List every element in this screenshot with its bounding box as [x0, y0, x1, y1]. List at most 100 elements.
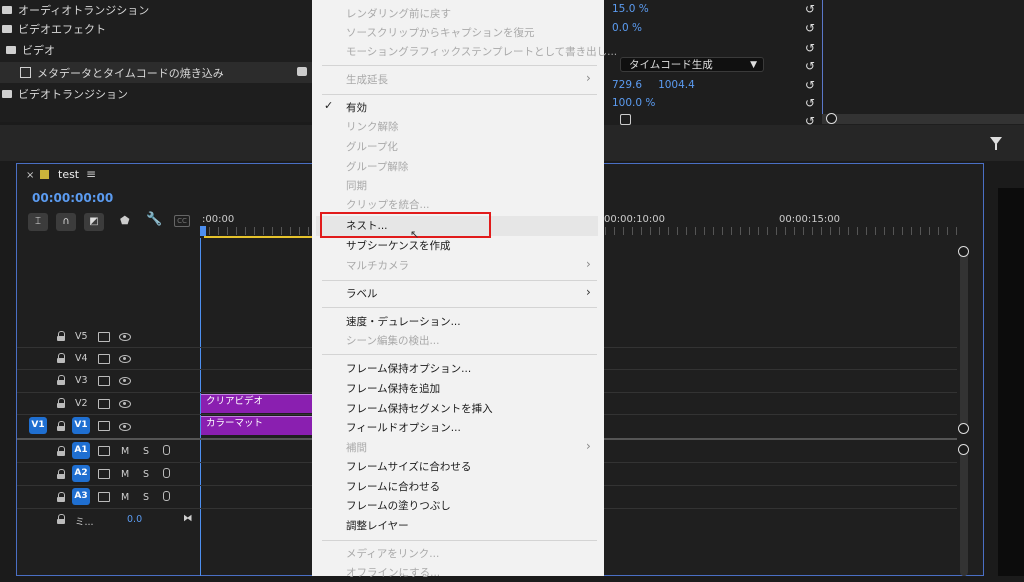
lock-icon[interactable]: [57, 446, 65, 456]
clip-color-matte[interactable]: カラーマット: [201, 416, 312, 435]
eye-icon[interactable]: [119, 400, 131, 408]
track-target-a3[interactable]: A3: [72, 488, 90, 505]
solo-button[interactable]: S: [143, 469, 149, 480]
video-scrollbar[interactable]: [960, 250, 968, 430]
menu-item-synchronize[interactable]: 同期: [346, 177, 367, 195]
track-target-v1[interactable]: V1: [72, 417, 90, 434]
menu-item-frame-fill[interactable]: フレームの塗りつぶし: [346, 497, 451, 515]
timecode-source-dropdown[interactable]: タイムコード生成 ▼: [620, 57, 764, 72]
wrench-icon[interactable]: 🔧: [146, 212, 162, 227]
clip-clear-video[interactable]: クリアビデオ: [201, 394, 312, 413]
lock-icon[interactable]: [57, 375, 65, 385]
menu-item-set-to-frame[interactable]: フレームに合わせる: [346, 478, 440, 496]
track-name-v4[interactable]: V4: [75, 353, 88, 364]
menu-item-generative-extend[interactable]: 生成延長: [346, 71, 388, 89]
eye-icon[interactable]: [119, 377, 131, 385]
menu-item-label[interactable]: ラベル: [346, 285, 378, 303]
lock-icon[interactable]: [57, 514, 65, 524]
source-patch-v1[interactable]: V1: [29, 417, 47, 434]
effects-item-video-folder[interactable]: ビデオ: [6, 40, 55, 60]
reset-icon[interactable]: ↺: [803, 79, 817, 91]
reset-icon[interactable]: ↺: [803, 3, 817, 15]
eye-icon[interactable]: [119, 355, 131, 363]
menu-item-export-mogrt[interactable]: モーショングラフィックステンプレートとして書き出し...: [346, 43, 617, 61]
menu-item-link-media[interactable]: メディアをリンク...: [346, 545, 439, 563]
mix-pan-icon[interactable]: ⧓: [183, 513, 193, 524]
checkbox-icon[interactable]: [620, 114, 631, 125]
lock-icon[interactable]: [57, 469, 65, 479]
sync-lock-icon[interactable]: [98, 376, 110, 386]
sync-lock-icon[interactable]: [98, 446, 110, 456]
sync-lock-icon[interactable]: [98, 492, 110, 502]
timecode-display[interactable]: 00:00:00:00: [32, 191, 113, 205]
reset-icon[interactable]: ↺: [803, 60, 817, 72]
ec-value[interactable]: 15.0 %: [612, 3, 649, 15]
lock-icon[interactable]: [57, 421, 65, 431]
menu-item-frame-hold-options[interactable]: フレーム保持オプション...: [346, 360, 471, 378]
insert-sequence-nest-toggle[interactable]: ⌶: [28, 213, 48, 231]
sequence-tab-label[interactable]: test: [58, 168, 79, 181]
marker-icon[interactable]: ⬟: [120, 214, 130, 227]
lock-icon[interactable]: [57, 331, 65, 341]
effects-item-video-transitions[interactable]: ビデオトランジション: [2, 84, 128, 104]
reset-icon[interactable]: ↺: [803, 97, 817, 109]
track-target-a1[interactable]: A1: [72, 442, 90, 459]
eye-icon[interactable]: [119, 333, 131, 341]
mute-button[interactable]: M: [121, 492, 129, 503]
lock-icon[interactable]: [57, 353, 65, 363]
menu-item-speed-duration[interactable]: 速度・デュレーション...: [346, 313, 461, 331]
menu-item-field-options[interactable]: フィールドオプション...: [346, 419, 461, 437]
track-name-v3[interactable]: V3: [75, 375, 88, 386]
reset-icon[interactable]: ↺: [803, 42, 817, 54]
menu-item-adjustment-layer[interactable]: 調整レイヤー: [346, 517, 409, 535]
microphone-icon[interactable]: [163, 468, 170, 478]
menu-item-enable[interactable]: 有効: [346, 99, 367, 117]
ec-value-x[interactable]: 729.6: [612, 79, 642, 91]
microphone-icon[interactable]: [163, 445, 170, 455]
captions-icon[interactable]: CC: [174, 215, 190, 227]
menu-item-insert-frame-hold[interactable]: フレーム保持セグメントを挿入: [346, 400, 493, 418]
sync-lock-icon[interactable]: [98, 469, 110, 479]
menu-item-interpolation[interactable]: 補間: [346, 439, 367, 457]
work-area-bar[interactable]: [204, 236, 312, 238]
mute-button[interactable]: M: [121, 446, 129, 457]
lock-icon[interactable]: [57, 492, 65, 502]
tab-menu-icon[interactable]: ≡: [86, 167, 96, 181]
video-scroll-handle-top[interactable]: [958, 246, 969, 257]
menu-item-restore-captions[interactable]: ソースクリップからキャプションを復元: [346, 24, 534, 42]
menu-item-ungroup[interactable]: グループ解除: [346, 158, 408, 176]
close-tab-icon[interactable]: ×: [26, 170, 34, 181]
video-scroll-handle-bottom[interactable]: [958, 423, 969, 434]
lock-icon[interactable]: [57, 398, 65, 408]
menu-item-revert-render[interactable]: レンダリング前に戻す: [346, 5, 451, 23]
ec-value[interactable]: 100.0 %: [612, 97, 655, 109]
menu-item-add-frame-hold[interactable]: フレーム保持を追加: [346, 380, 440, 398]
eye-icon[interactable]: [119, 423, 131, 431]
menu-item-group[interactable]: グループ化: [346, 138, 398, 156]
audio-scroll-handle-top[interactable]: [958, 444, 969, 455]
menu-item-multicamera[interactable]: マルチカメラ: [346, 257, 409, 275]
track-name-v2[interactable]: V2: [75, 398, 88, 409]
mute-button[interactable]: M: [121, 469, 129, 480]
effects-item-timecode-burn[interactable]: メタデータとタイムコードの焼き込み: [0, 62, 312, 83]
ec-scrollbar[interactable]: [822, 114, 1024, 124]
solo-button[interactable]: S: [143, 492, 149, 503]
audio-scrollbar[interactable]: [960, 448, 968, 576]
reset-icon[interactable]: ↺: [803, 22, 817, 34]
snap-magnet-icon[interactable]: ∩: [56, 213, 76, 231]
ec-scroll-handle[interactable]: [826, 113, 837, 124]
track-name-v5[interactable]: V5: [75, 331, 88, 342]
sync-lock-icon[interactable]: [98, 354, 110, 364]
menu-item-make-subsequence[interactable]: サブシーケンスを作成: [346, 237, 450, 255]
sync-lock-icon[interactable]: [98, 332, 110, 342]
microphone-icon[interactable]: [163, 491, 170, 501]
playhead-handle[interactable]: [200, 226, 206, 236]
solo-button[interactable]: S: [143, 446, 149, 457]
effects-item-audio-transitions[interactable]: オーディオトランジション: [2, 0, 149, 20]
ec-value-y[interactable]: 1004.4: [658, 79, 695, 91]
mix-volume-value[interactable]: 0.0: [127, 514, 142, 525]
menu-item-unlink[interactable]: リンク解除: [346, 118, 399, 136]
effects-item-video-effects[interactable]: ビデオエフェクト: [2, 19, 106, 39]
menu-item-scene-edit-detection[interactable]: シーン編集の検出...: [346, 332, 440, 350]
track-target-a2[interactable]: A2: [72, 465, 90, 482]
